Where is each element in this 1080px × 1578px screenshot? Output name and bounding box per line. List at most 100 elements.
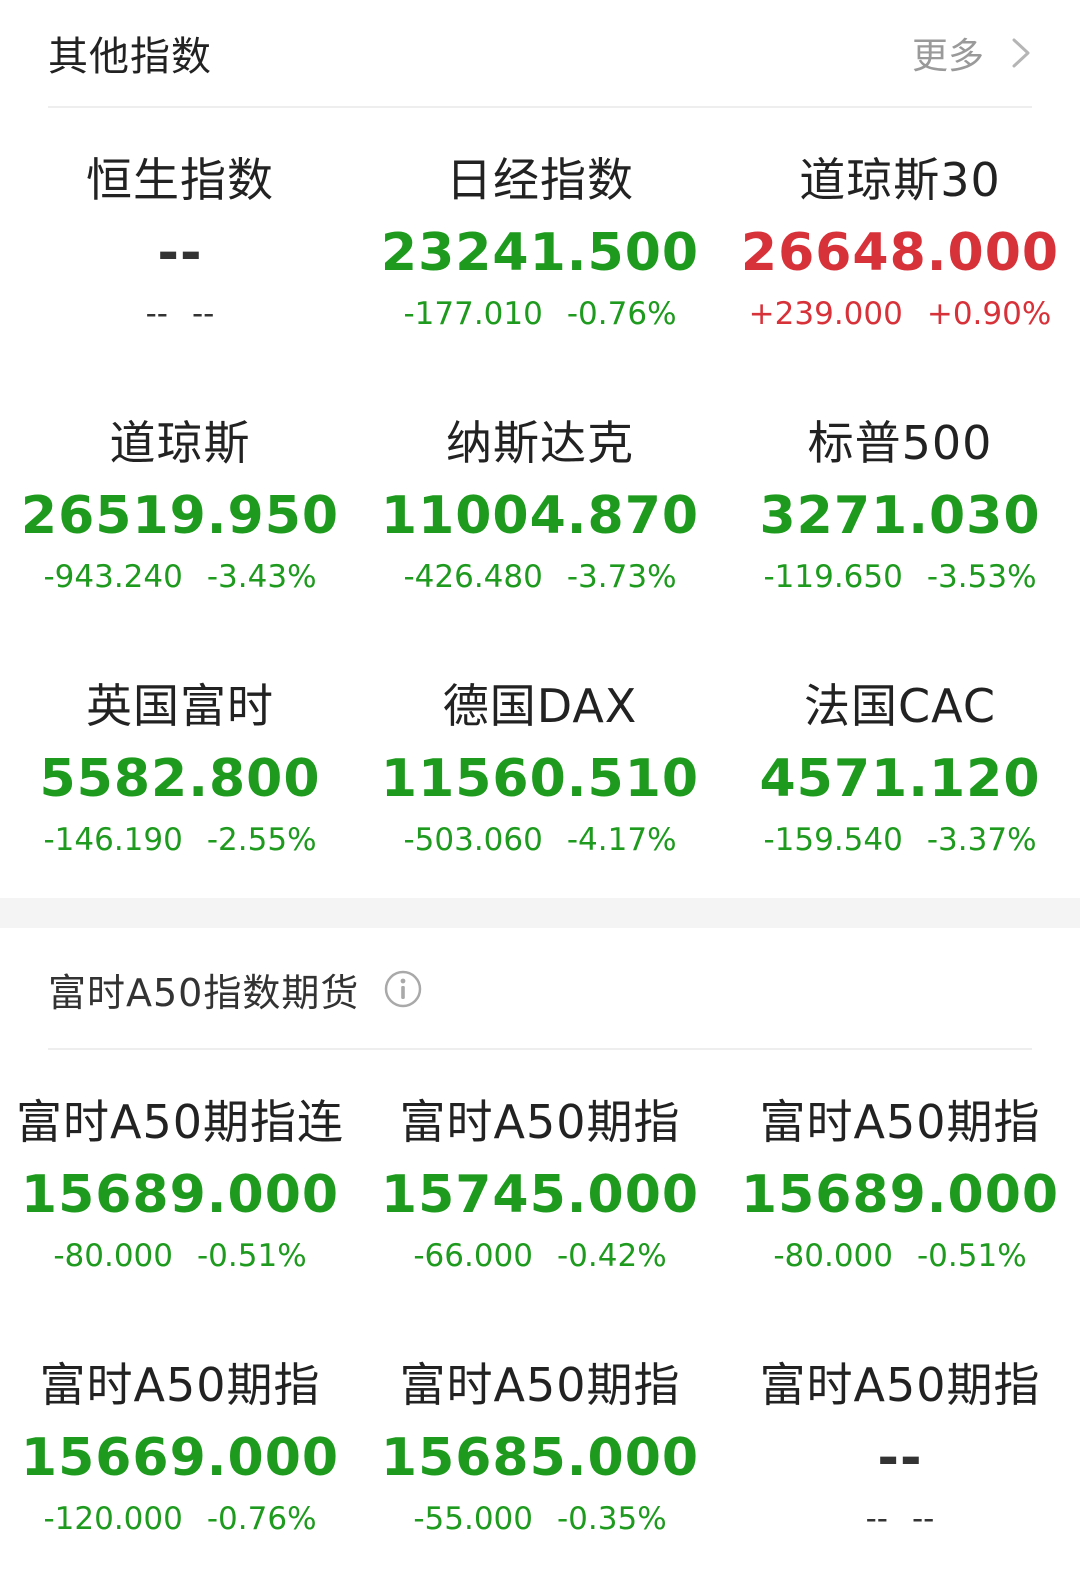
index-change-pct: -- [192,296,215,332]
future-change: -55.000 [413,1501,533,1537]
index-change: -503.060 [403,822,543,858]
index-change-pct: -3.43% [206,559,317,595]
a50-futures-grid: 富时A50期指连 15689.000 -80.000 -0.51% 富时A50期… [0,1052,1080,1578]
other-indices-header: 其他指数 更多 [48,0,1032,106]
index-value: 11004.870 [380,486,700,546]
index-card[interactable]: 恒生指数 -- -- -- [0,110,360,373]
section-separator [0,898,1080,928]
index-change-pct: -3.37% [926,822,1037,858]
info-icon[interactable] [383,969,423,1009]
index-change-row: -146.190 -2.55% [43,820,316,860]
more-link[interactable]: 更多 [912,27,1032,79]
index-change: -177.010 [403,296,543,332]
index-name: 标普500 [807,416,993,470]
future-card[interactable]: 富时A50期指 -- -- -- [720,1315,1080,1578]
future-change: -80.000 [53,1238,173,1274]
index-card[interactable]: 德国DAX 11560.510 -503.060 -4.17% [360,636,720,899]
index-change-pct: -4.17% [566,822,677,858]
index-change-row: -177.010 -0.76% [403,294,676,334]
index-card[interactable]: 道琼斯 26519.950 -943.240 -3.43% [0,373,360,636]
future-card[interactable]: 富时A50期指连 15689.000 -80.000 -0.51% [0,1052,360,1315]
future-change-row: -80.000 -0.51% [53,1236,306,1276]
index-value: 26648.000 [740,223,1060,283]
index-value: -- [157,223,203,283]
future-value: -- [877,1428,923,1488]
index-change-row: -943.240 -3.43% [43,557,316,597]
index-change-pct: -3.73% [566,559,677,595]
index-change-row: -119.650 -3.53% [763,557,1036,597]
section-title: 富时A50指数期货 [48,970,360,1015]
index-name: 法国CAC [804,679,996,733]
index-change: -943.240 [43,559,183,595]
index-value: 3271.030 [759,486,1041,546]
index-change-row: -159.540 -3.37% [763,820,1036,860]
index-card[interactable]: 纳斯达克 11004.870 -426.480 -3.73% [360,373,720,636]
index-change: +239.000 [748,296,903,332]
chevron-right-icon [1010,36,1032,70]
index-change-pct: -0.76% [566,296,677,332]
a50-title-group: 富时A50指数期货 [48,962,423,1017]
future-name: 富时A50期指 [399,1358,681,1412]
index-change: -119.650 [763,559,903,595]
index-change-row: -- -- [146,294,215,334]
future-name: 富时A50期指 [759,1358,1041,1412]
future-value: 15745.000 [380,1165,700,1225]
future-change: -80.000 [773,1238,893,1274]
index-change: -146.190 [43,822,183,858]
header-divider [48,1048,1032,1050]
index-change-pct: -3.53% [926,559,1037,595]
header-divider [48,106,1032,108]
index-card[interactable]: 日经指数 23241.500 -177.010 -0.76% [360,110,720,373]
index-name: 英国富时 [86,679,274,733]
index-name: 道琼斯 [109,416,251,470]
index-change-row: +239.000 +0.90% [749,294,1052,334]
index-card[interactable]: 英国富时 5582.800 -146.190 -2.55% [0,636,360,899]
future-change-pct: -0.51% [916,1238,1027,1274]
future-card[interactable]: 富时A50期指 15685.000 -55.000 -0.35% [360,1315,720,1578]
future-change-row: -120.000 -0.76% [43,1499,316,1539]
index-name: 德国DAX [442,679,638,733]
other-indices-grid: 恒生指数 -- -- -- 日经指数 23241.500 -177.010 -0… [0,110,1080,899]
index-value: 26519.950 [20,486,340,546]
index-change-row: -426.480 -3.73% [403,557,676,597]
future-name: 富时A50期指 [759,1095,1041,1149]
future-change-pct: -0.35% [556,1501,667,1537]
future-change-row: -66.000 -0.42% [413,1236,666,1276]
index-name: 日经指数 [446,153,634,207]
index-change-row: -503.060 -4.17% [403,820,676,860]
future-value: 15685.000 [380,1428,700,1488]
future-change-row: -- -- [866,1499,935,1539]
index-change-pct: +0.90% [926,296,1052,332]
future-change-pct: -0.42% [556,1238,667,1274]
index-change: -- [145,296,168,332]
future-change-row: -55.000 -0.35% [413,1499,666,1539]
future-card[interactable]: 富时A50期指 15669.000 -120.000 -0.76% [0,1315,360,1578]
a50-futures-header: 富时A50指数期货 [48,930,1032,1048]
index-card[interactable]: 标普500 3271.030 -119.650 -3.53% [720,373,1080,636]
future-value: 15689.000 [740,1165,1060,1225]
index-change-pct: -2.55% [206,822,317,858]
future-change-pct: -0.51% [196,1238,307,1274]
future-change-row: -80.000 -0.51% [773,1236,1026,1276]
future-name: 富时A50期指 [399,1095,681,1149]
index-card[interactable]: 法国CAC 4571.120 -159.540 -3.37% [720,636,1080,899]
future-change: -- [865,1501,888,1537]
index-change: -426.480 [403,559,543,595]
future-change-pct: -0.76% [206,1501,317,1537]
future-change-pct: -- [912,1501,935,1537]
more-label: 更多 [911,36,984,77]
future-name: 富时A50期指连 [15,1095,344,1149]
index-value: 23241.500 [380,223,700,283]
future-name: 富时A50期指 [39,1358,321,1412]
index-value: 5582.800 [39,749,321,809]
section-title: 其他指数 [48,34,212,80]
future-card[interactable]: 富时A50期指 15745.000 -66.000 -0.42% [360,1052,720,1315]
index-card[interactable]: 道琼斯30 26648.000 +239.000 +0.90% [720,110,1080,373]
index-name: 恒生指数 [86,153,274,207]
index-name: 纳斯达克 [446,416,634,470]
future-card[interactable]: 富时A50期指 15689.000 -80.000 -0.51% [720,1052,1080,1315]
future-value: 15669.000 [20,1428,340,1488]
index-name: 道琼斯30 [799,153,1001,207]
future-value: 15689.000 [20,1165,340,1225]
future-change: -66.000 [413,1238,533,1274]
